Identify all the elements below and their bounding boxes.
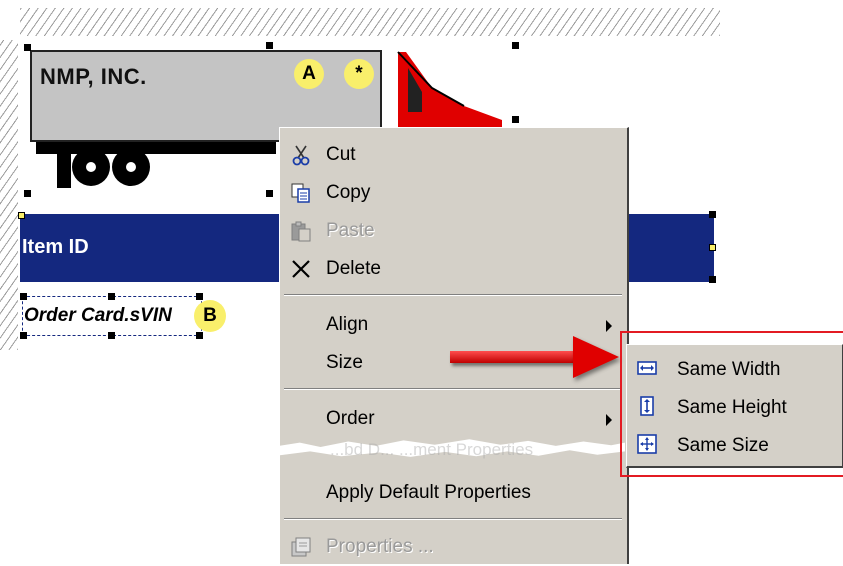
menu-separator bbox=[284, 388, 622, 390]
menu-item-apply-default-properties[interactable]: Apply Default Properties bbox=[280, 474, 626, 512]
selection-handle[interactable] bbox=[196, 332, 203, 339]
menu-item-delete[interactable]: Delete bbox=[280, 250, 626, 288]
selection-handle[interactable] bbox=[709, 244, 716, 251]
truck-wheel-2 bbox=[112, 148, 150, 186]
selection-handle[interactable] bbox=[709, 211, 716, 218]
submenu-highlight-box bbox=[620, 331, 843, 477]
selection-handle[interactable] bbox=[266, 190, 273, 197]
menu-item-paste[interactable]: Paste bbox=[280, 212, 626, 250]
selection-handle[interactable] bbox=[24, 190, 31, 197]
menu-item-label: Size bbox=[326, 352, 363, 373]
order-card-field-text: Order Card.sVIN bbox=[24, 305, 172, 326]
menu-item-label: Cut bbox=[326, 144, 356, 165]
selection-handle[interactable] bbox=[18, 212, 25, 219]
menu-item-label: Copy bbox=[326, 182, 371, 203]
selection-handle[interactable] bbox=[24, 44, 31, 51]
menu-item-label: Properties ... bbox=[326, 536, 434, 557]
torn-menu-text: ...bd D... ...ment Properties bbox=[330, 440, 534, 459]
menu-item-label: Delete bbox=[326, 258, 381, 279]
scissors-icon bbox=[292, 145, 310, 166]
item-id-label: Item ID bbox=[22, 236, 89, 258]
menu-item-order[interactable]: Order bbox=[280, 400, 626, 438]
callout-star: * bbox=[344, 59, 374, 89]
selection-handle[interactable] bbox=[20, 293, 27, 300]
selection-handle[interactable] bbox=[266, 42, 273, 49]
left-ruler-hatch bbox=[0, 40, 18, 350]
selection-handle[interactable] bbox=[709, 276, 716, 283]
submenu-arrow-icon bbox=[606, 414, 612, 426]
top-ruler-hatch bbox=[20, 8, 720, 36]
menu-separator bbox=[284, 518, 622, 520]
copy-icon bbox=[291, 183, 310, 203]
selection-handle[interactable] bbox=[196, 293, 203, 300]
selection-handle[interactable] bbox=[512, 116, 519, 123]
truck-chassis bbox=[36, 142, 276, 154]
menu-item-label: Order bbox=[326, 408, 375, 429]
menu-item-label: Paste bbox=[326, 220, 375, 241]
submenu-arrow-icon bbox=[606, 320, 612, 332]
properties-icon bbox=[291, 537, 311, 557]
truck-cab-image bbox=[397, 51, 502, 138]
selection-handle[interactable] bbox=[108, 293, 115, 300]
menu-item-label: Apply Default Properties bbox=[326, 482, 531, 503]
menu-item-label: Align bbox=[326, 314, 369, 335]
selection-handle[interactable] bbox=[108, 332, 115, 339]
pointer-arrow-head bbox=[573, 336, 619, 378]
callout-a: A bbox=[294, 59, 324, 89]
paste-icon bbox=[291, 221, 311, 242]
pointer-arrow-shaft bbox=[450, 351, 575, 363]
callout-b: B bbox=[194, 300, 226, 332]
menu-item-properties[interactable]: Properties ... bbox=[280, 528, 626, 566]
trailer-company-text: NMP, INC. bbox=[40, 64, 147, 89]
truck-mudflap bbox=[57, 148, 71, 188]
selection-handle[interactable] bbox=[20, 332, 27, 339]
truck-wheel-1 bbox=[72, 148, 110, 186]
delete-x-icon bbox=[292, 260, 310, 278]
menu-item-cut[interactable]: Cut bbox=[280, 136, 626, 174]
menu-separator bbox=[284, 294, 622, 296]
selection-handle[interactable] bbox=[512, 42, 519, 49]
menu-item-copy[interactable]: Copy bbox=[280, 174, 626, 212]
